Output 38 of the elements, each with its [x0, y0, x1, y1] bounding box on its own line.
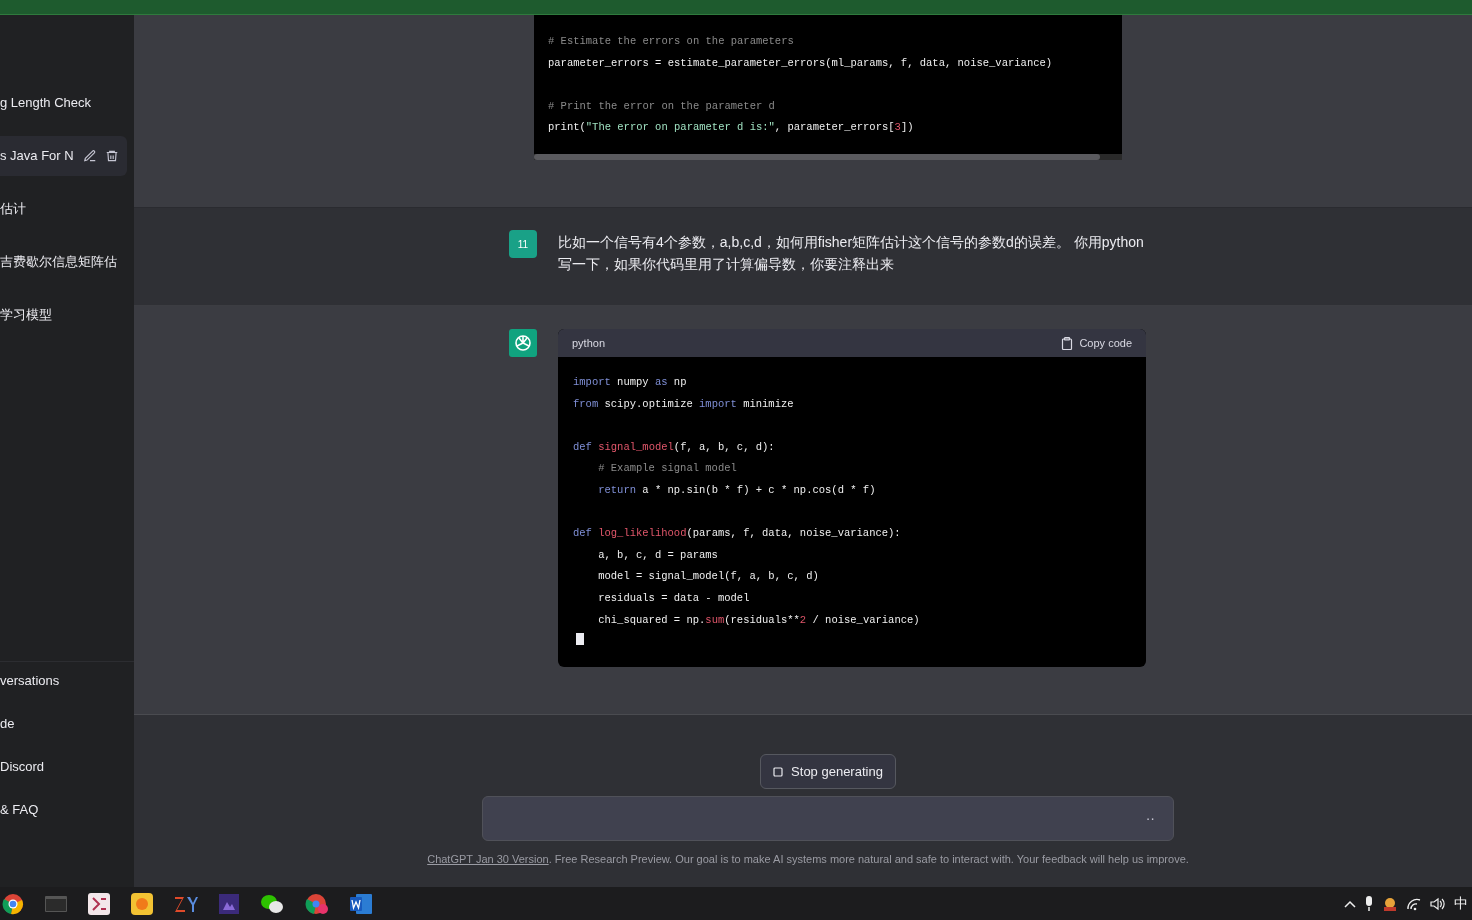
message-input-field[interactable]: ··	[482, 796, 1174, 841]
conversation-item[interactable]: g Length Check	[0, 83, 127, 123]
tray-app-icon[interactable]	[1382, 895, 1398, 912]
document-app-icon[interactable]	[350, 893, 372, 914]
app-tile-icon[interactable]	[88, 892, 110, 915]
sidebar-link[interactable]: versations	[0, 670, 134, 692]
app-tile-icon[interactable]	[219, 893, 239, 914]
code-language: python	[572, 335, 606, 351]
message-text: 比如一个信号有4个参数，a,b,c,d，如何用fisher矩阵估计这个信号的参数d的误差。 你用python写一下，如果你代码里用了计算偏导数，你要注释出来	[558, 233, 1145, 274]
conversation-item[interactable]: 吉费歇尔信息矩阵估	[0, 242, 127, 282]
wifi-icon[interactable]	[1406, 896, 1422, 911]
clipboard-icon	[1061, 336, 1074, 350]
stop-generating-button[interactable]: Stop generating	[760, 754, 896, 789]
app-tile-icon[interactable]	[174, 894, 198, 913]
browser-round-icon[interactable]	[2, 892, 24, 915]
sidebar-link[interactable]: & FAQ	[0, 799, 134, 821]
sidebar-link[interactable]: Discord	[0, 756, 134, 778]
conversation-item[interactable]: 学习模型	[0, 295, 127, 335]
conversation-item[interactable]: s Java For N	[0, 136, 127, 176]
conversation-item[interactable]: 估计	[0, 189, 127, 229]
footer-note: ChatGPT Jan 30 Version. Free Research Preview. Our goal is to make AI systems more natural and safe to interact with. Your feedback will help us improve.	[427, 852, 1190, 867]
speaker-icon[interactable]	[1430, 896, 1446, 911]
typing-indicator: ··	[1145, 809, 1155, 828]
copy-code-button[interactable]: Copy code	[1061, 334, 1132, 352]
delete-icon[interactable]	[105, 149, 119, 163]
code-text: import numpy as np from scipy.optimize import minimize def signal_model(f, a, b, c, d): # Example signal model return a * np.sin(b * f) + c * np.cos(d * f) def log_likelihood(params, f, data, noise_variance): a, b, c, d = params model = signal_model(f, a, b, c, d) residuals = data - model chi_squared = np.sum(residuals**2 / noise_variance)	[572, 375, 921, 628]
scrollbar-thumb[interactable]	[534, 154, 1100, 160]
assistant-logo-icon	[509, 329, 537, 357]
chat-bubbles-icon[interactable]	[260, 893, 284, 914]
version-link[interactable]: ChatGPT Jan 30 Version	[427, 853, 549, 865]
app-tile-icon[interactable]	[131, 892, 153, 915]
sidebar-link[interactable]: de	[0, 713, 134, 735]
edit-icon[interactable]	[83, 149, 97, 163]
microphone-icon[interactable]	[1364, 895, 1374, 912]
input-method-indicator[interactable]: 中	[1454, 893, 1468, 914]
stop-icon	[773, 766, 784, 777]
user-avatar: 11	[509, 230, 537, 258]
chevron-up-icon[interactable]	[1344, 899, 1356, 908]
